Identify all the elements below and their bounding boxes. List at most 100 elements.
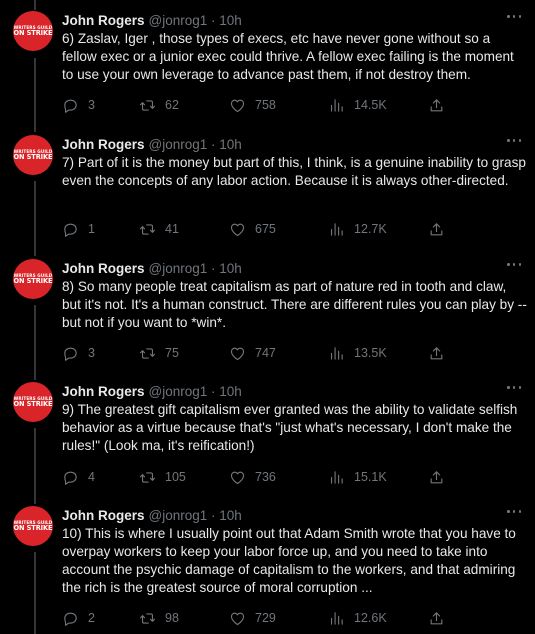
retweet-button[interactable]: 105 — [139, 468, 186, 486]
like-button[interactable]: 675 — [229, 220, 276, 238]
avatar-text-bottom: ON STRIKE — [13, 400, 53, 409]
author-name[interactable]: John Rogers — [62, 384, 145, 399]
tweet[interactable]: WRITERS GUILD ON STRIKE John Rogers @jon… — [0, 135, 535, 245]
retweet-count: 105 — [165, 470, 186, 484]
tweet-actions: 1 41 675 12.7K — [62, 220, 512, 238]
like-count: 736 — [255, 470, 276, 484]
reply-button[interactable]: 1 — [62, 220, 95, 238]
like-count: 675 — [255, 222, 276, 236]
reply-button[interactable]: 2 — [62, 609, 95, 627]
reply-count: 1 — [88, 222, 95, 236]
author-handle-time[interactable]: @jonrog1 · 10h — [149, 13, 242, 28]
avatar-text-bottom: ON STRIKE — [13, 153, 53, 162]
like-button[interactable]: 729 — [229, 609, 276, 627]
views-button[interactable]: 13.5K — [328, 344, 387, 362]
avatar[interactable]: WRITERS GUILD ON STRIKE — [13, 135, 53, 175]
reply-count: 2 — [88, 611, 95, 625]
views-button[interactable]: 12.7K — [328, 220, 387, 238]
retweet-icon — [139, 347, 156, 359]
tweet-text: 9) The greatest gift capitalism ever gra… — [62, 402, 518, 453]
retweet-count: 98 — [165, 611, 179, 625]
like-button[interactable]: 747 — [229, 344, 276, 362]
tweet-actions: 2 98 729 12.6K — [62, 609, 512, 627]
share-button[interactable] — [428, 220, 445, 238]
reply-button[interactable]: 4 — [62, 468, 95, 486]
views-chart-icon — [330, 346, 343, 360]
like-button[interactable]: 736 — [229, 468, 276, 486]
like-count: 747 — [255, 346, 276, 360]
share-icon — [430, 222, 443, 235]
more-options-icon[interactable] — [507, 139, 521, 143]
views-button[interactable]: 14.5K — [328, 96, 387, 114]
author-handle-time[interactable]: @jonrog1 · 10h — [149, 261, 242, 276]
tweet[interactable]: WRITERS GUILD ON STRIKE John Rogers @jon… — [0, 506, 535, 632]
more-options-icon[interactable] — [507, 263, 521, 267]
retweet-count: 41 — [165, 222, 179, 236]
retweet-icon — [139, 471, 156, 483]
reply-count: 4 — [88, 470, 95, 484]
reply-icon — [64, 347, 77, 361]
author-handle-time[interactable]: @jonrog1 · 10h — [149, 137, 242, 152]
retweet-icon — [139, 99, 156, 111]
tweet-actions: 3 75 747 13.5K — [62, 344, 512, 362]
tweet-header: John Rogers @jonrog1 · 10h — [62, 382, 242, 400]
share-icon — [430, 611, 443, 624]
author-handle-time[interactable]: @jonrog1 · 10h — [149, 384, 242, 399]
heart-icon — [230, 612, 245, 625]
share-button[interactable] — [428, 609, 445, 627]
share-icon — [430, 346, 443, 359]
more-options-icon[interactable] — [507, 15, 521, 19]
reply-icon — [64, 99, 77, 113]
tweet-header: John Rogers @jonrog1 · 10h — [62, 259, 242, 277]
author-name[interactable]: John Rogers — [62, 137, 145, 152]
more-options-icon[interactable] — [507, 386, 521, 390]
views-chart-icon — [330, 98, 343, 112]
author-name[interactable]: John Rogers — [62, 13, 145, 28]
retweet-icon — [139, 223, 156, 235]
more-options-icon[interactable] — [507, 510, 521, 514]
reply-icon — [64, 612, 77, 626]
tweet[interactable]: WRITERS GUILD ON STRIKE John Rogers @jon… — [0, 382, 535, 492]
heart-icon — [230, 99, 245, 112]
avatar-text-bottom: ON STRIKE — [13, 277, 53, 286]
avatar[interactable]: WRITERS GUILD ON STRIKE — [13, 506, 53, 546]
retweet-button[interactable]: 41 — [139, 220, 179, 238]
views-count: 15.1K — [354, 470, 387, 484]
like-button[interactable]: 758 — [229, 96, 276, 114]
avatar[interactable]: WRITERS GUILD ON STRIKE — [13, 382, 53, 422]
tweet-actions: 4 105 736 15.1K — [62, 468, 512, 486]
tweet[interactable]: WRITERS GUILD ON STRIKE John Rogers @jon… — [0, 11, 535, 121]
views-button[interactable]: 12.6K — [328, 609, 387, 627]
tweet-text: 7) Part of it is the money but part of t… — [62, 155, 526, 188]
share-icon — [430, 470, 443, 483]
views-chart-icon — [330, 222, 343, 236]
views-count: 13.5K — [354, 346, 387, 360]
avatar[interactable]: WRITERS GUILD ON STRIKE — [13, 11, 53, 51]
retweet-icon — [139, 612, 156, 624]
share-button[interactable] — [428, 96, 445, 114]
author-name[interactable]: John Rogers — [62, 508, 145, 523]
avatar-text-bottom: ON STRIKE — [13, 29, 53, 38]
views-button[interactable]: 15.1K — [328, 468, 387, 486]
author-name[interactable]: John Rogers — [62, 261, 145, 276]
share-icon — [430, 98, 443, 111]
heart-icon — [230, 223, 245, 236]
share-button[interactable] — [428, 468, 445, 486]
reply-button[interactable]: 3 — [62, 96, 95, 114]
retweet-button[interactable]: 75 — [139, 344, 179, 362]
reply-button[interactable]: 3 — [62, 344, 95, 362]
reply-icon — [64, 223, 77, 237]
author-handle-time[interactable]: @jonrog1 · 10h — [149, 508, 242, 523]
tweet-text: 6) Zaslav, Iger , those types of execs, … — [62, 31, 514, 82]
reply-icon — [64, 471, 77, 485]
retweet-button[interactable]: 62 — [139, 96, 179, 114]
retweet-count: 62 — [165, 98, 179, 112]
avatar[interactable]: WRITERS GUILD ON STRIKE — [13, 259, 53, 299]
share-button[interactable] — [428, 344, 445, 362]
avatar-text-bottom: ON STRIKE — [13, 524, 53, 533]
like-count: 729 — [255, 611, 276, 625]
retweet-button[interactable]: 98 — [139, 609, 179, 627]
tweet-text: 10) This is where I usually point out th… — [62, 526, 516, 595]
tweet-actions: 3 62 758 14.5K — [62, 96, 512, 114]
tweet[interactable]: WRITERS GUILD ON STRIKE John Rogers @jon… — [0, 259, 535, 369]
